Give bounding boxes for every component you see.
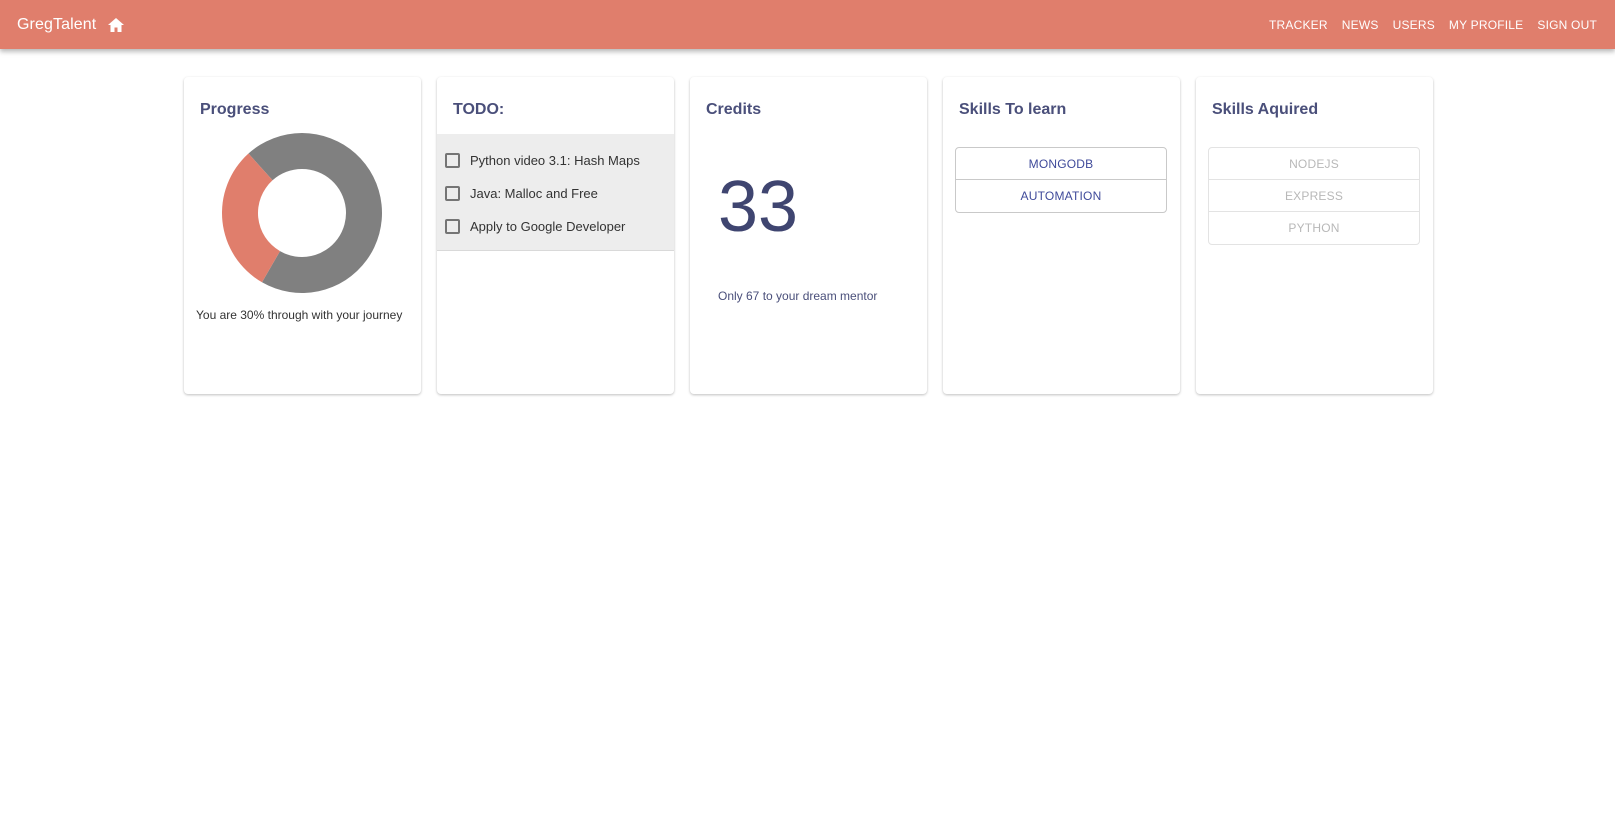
skills-to-learn-card: Skills To learn MONGODB AUTOMATION (943, 77, 1180, 394)
checkbox-icon[interactable] (445, 219, 460, 234)
skills-to-learn-buttons: MONGODB AUTOMATION (955, 147, 1167, 213)
todo-label: Java: Malloc and Free (470, 186, 598, 201)
credits-title: Credits (706, 101, 762, 118)
todo-item[interactable]: Java: Malloc and Free (437, 177, 674, 210)
nav-sign-out[interactable]: SIGN OUT (1531, 18, 1603, 32)
credits-subtext: Only 67 to your dream mentor (718, 289, 878, 303)
credits-card: Credits 33 Only 67 to your dream mentor (690, 77, 927, 394)
skill-button-python: PYTHON (1288, 221, 1340, 235)
skill-button-express: EXPRESS (1209, 180, 1419, 212)
progress-text: You are 30% through with your journey (196, 308, 403, 322)
nav-tracker[interactable]: TRACKER (1263, 18, 1334, 32)
todo-label: Apply to Google Developer (470, 219, 626, 234)
app-bar: GregTalent TRACKER NEWS USERS MY PROFILE… (0, 0, 1615, 49)
brand-title[interactable]: GregTalent (17, 16, 96, 34)
todo-list: Python video 3.1: Hash Maps Java: Malloc… (437, 134, 674, 251)
skill-button-automation[interactable]: AUTOMATION (956, 180, 1166, 212)
top-nav: TRACKER NEWS USERS MY PROFILE SIGN OUT (1261, 0, 1603, 49)
progress-title: Progress (200, 101, 270, 118)
todo-item[interactable]: Apply to Google Developer (437, 210, 674, 243)
nav-my-profile[interactable]: MY PROFILE (1443, 18, 1529, 32)
progress-donut-chart (222, 133, 382, 293)
todo-item[interactable]: Python video 3.1: Hash Maps (437, 144, 674, 177)
nav-users[interactable]: USERS (1387, 18, 1441, 32)
skills-acquired-card: Skills Aquired NODEJS EXPRESS PYTHON (1196, 77, 1433, 394)
home-icon[interactable] (104, 13, 128, 37)
progress-card: Progress You are 30% through with your j… (184, 77, 421, 394)
skills-to-learn-title: Skills To learn (959, 101, 1067, 118)
todo-card: TODO: Python video 3.1: Hash Maps Java: … (437, 77, 674, 394)
checkbox-icon[interactable] (445, 186, 460, 201)
checkbox-icon[interactable] (445, 153, 460, 168)
todo-label: Python video 3.1: Hash Maps (470, 153, 640, 168)
nav-news[interactable]: NEWS (1336, 18, 1385, 32)
dashboard-cards: Progress You are 30% through with your j… (184, 77, 1433, 394)
skill-button-mongodb[interactable]: MONGODB (956, 148, 1166, 180)
todo-title: TODO: (453, 101, 505, 118)
skills-acquired-title: Skills Aquired (1212, 101, 1319, 118)
skill-button-nodejs: NODEJS (1209, 148, 1419, 180)
credits-value: 33 (718, 167, 799, 247)
skills-acquired-buttons: NODEJS EXPRESS PYTHON (1208, 147, 1420, 245)
